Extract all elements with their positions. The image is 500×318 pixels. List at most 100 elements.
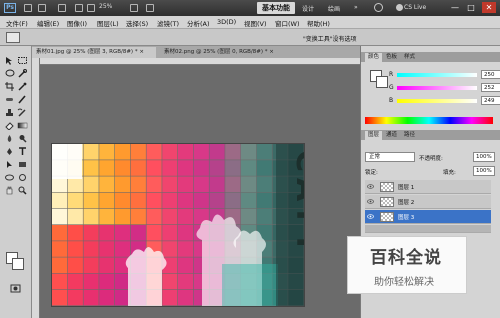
layer-row-3[interactable]: 图层 3: [365, 210, 491, 224]
menu-filter[interactable]: 滤镜(T): [157, 18, 179, 28]
maximize-button[interactable]: □: [464, 2, 478, 13]
opacity-field[interactable]: 100%: [473, 152, 495, 162]
canvas-tile: [178, 241, 194, 257]
menu-3d[interactable]: 3D(D): [217, 18, 236, 26]
blue-value-field[interactable]: 249: [481, 96, 500, 105]
red-value-field[interactable]: 250: [481, 70, 500, 79]
gradient-tool-icon[interactable]: [17, 121, 28, 130]
canvas-tile: [52, 208, 68, 225]
cs-live-link[interactable]: CS Live: [404, 4, 426, 11]
canvas-tile: [162, 160, 178, 176]
hand-tool-icon[interactable]: [4, 186, 15, 195]
visibility-eye-icon[interactable]: [367, 183, 374, 190]
canvas-tile: [83, 192, 99, 209]
green-value-field[interactable]: 252: [481, 83, 500, 92]
green-channel-slider[interactable]: G 252: [389, 83, 500, 93]
canvas-tile: [115, 192, 131, 209]
menu-help[interactable]: 帮助(H): [307, 18, 330, 28]
canvas-tile: [256, 208, 272, 225]
eraser-tool-icon[interactable]: [4, 121, 15, 130]
canvas-tile: [162, 176, 178, 192]
arrange-documents-icon[interactable]: [130, 4, 138, 12]
shape-tool-icon[interactable]: [17, 160, 28, 169]
horizontal-ruler[interactable]: [40, 58, 360, 65]
path-selection-tool-icon[interactable]: [4, 160, 15, 169]
tab-channels[interactable]: 通道: [383, 131, 400, 140]
tab-paths[interactable]: 路径: [401, 131, 418, 140]
tab-layers[interactable]: 图层: [365, 131, 383, 140]
visibility-eye-icon[interactable]: [367, 213, 374, 220]
screen-mode-icon[interactable]: [146, 4, 154, 12]
canvas-tile: [115, 208, 131, 225]
3d-orbit-tool-icon[interactable]: [17, 173, 28, 182]
menu-edit[interactable]: 编辑(E): [37, 18, 59, 28]
canvas-tile: [99, 273, 115, 290]
tab-swatches[interactable]: 色板: [383, 53, 400, 62]
tab-close-button[interactable]: ×: [139, 49, 144, 55]
launch-bridge-icon[interactable]: [24, 4, 32, 12]
color-spectrum-bar[interactable]: [365, 117, 493, 124]
layer-row-1[interactable]: 图层 1: [365, 180, 491, 194]
view-extras-icon[interactable]: [58, 4, 66, 12]
crop-tool-icon[interactable]: [4, 82, 15, 91]
menu-layer[interactable]: 图层(L): [97, 18, 119, 28]
close-button[interactable]: ✕: [482, 2, 496, 13]
minimize-button[interactable]: —: [448, 2, 462, 13]
workspace-more-button[interactable]: »: [354, 4, 358, 11]
visibility-eye-icon[interactable]: [367, 198, 374, 205]
color-background-swatch[interactable]: [376, 76, 388, 88]
brush-tool-icon[interactable]: [17, 95, 28, 104]
type-tool-icon[interactable]: [17, 147, 28, 156]
fill-field[interactable]: 100%: [473, 166, 495, 176]
tool-preset-picker[interactable]: [6, 32, 20, 43]
zoom-level[interactable]: 25%: [99, 3, 112, 10]
zoom-tool-icon[interactable]: [17, 186, 28, 195]
tab-close-button[interactable]: ×: [269, 49, 274, 55]
pen-tool-icon[interactable]: [4, 147, 15, 156]
blue-channel-slider[interactable]: B 249: [389, 96, 500, 106]
background-color-swatch[interactable]: [12, 258, 24, 270]
menu-view[interactable]: 视图(V): [244, 18, 267, 28]
workspace-painting-link[interactable]: 绘画: [328, 4, 340, 13]
history-brush-tool-icon[interactable]: [17, 108, 28, 117]
tab-document-2[interactable]: 素材02.png @ 25% (图层 0, RGB/8#) * ×: [160, 47, 284, 58]
menu-image[interactable]: 图像(I): [67, 18, 87, 28]
menu-window[interactable]: 窗口(W): [275, 18, 300, 28]
cs-live-icon: [396, 4, 403, 11]
lasso-tool-icon[interactable]: [4, 69, 15, 78]
layer-row-2[interactable]: 图层 2: [365, 195, 491, 209]
quick-selection-tool-icon[interactable]: [17, 69, 28, 78]
menu-file[interactable]: 文件(F): [6, 18, 28, 28]
blend-mode-select[interactable]: 正常: [365, 152, 415, 162]
canvas-tile: [209, 160, 225, 176]
workspace-essentials-button[interactable]: 基本功能: [257, 2, 295, 14]
canvas-tile: [83, 176, 99, 192]
tab-styles[interactable]: 样式: [401, 53, 418, 62]
canvas-tile: [130, 144, 146, 160]
3d-rotate-tool-icon[interactable]: [4, 173, 15, 182]
vertical-ruler[interactable]: [32, 58, 40, 318]
layer-row-background[interactable]: [365, 225, 491, 233]
clone-stamp-tool-icon[interactable]: [4, 108, 15, 117]
green-track: [397, 86, 477, 90]
menu-analysis[interactable]: 分析(A): [187, 18, 210, 28]
quick-mask-icon[interactable]: [10, 284, 21, 293]
eyedropper-tool-icon[interactable]: [17, 82, 28, 91]
search-icon[interactable]: [374, 3, 383, 12]
canvas-tile: [178, 257, 194, 273]
tab-color[interactable]: 颜色: [365, 53, 383, 62]
hand-tool-icon[interactable]: [75, 4, 83, 12]
healing-brush-tool-icon[interactable]: [4, 95, 15, 104]
image-canvas[interactable]: CATT: [52, 144, 304, 306]
move-tool-icon[interactable]: [4, 56, 15, 65]
canvas-tile: [115, 289, 131, 306]
dodge-tool-icon[interactable]: [17, 134, 28, 143]
red-channel-slider[interactable]: R 250: [389, 70, 500, 80]
tab-document-1[interactable]: 素材01.jpg @ 25% (图层 3, RGB/8#) * ×: [32, 47, 156, 58]
workspace-design-link[interactable]: 设计: [302, 4, 314, 13]
mini-bridge-icon[interactable]: [38, 4, 46, 12]
menu-select[interactable]: 选择(S): [126, 18, 148, 28]
zoom-tool-icon[interactable]: [87, 4, 95, 12]
blur-tool-icon[interactable]: [4, 134, 15, 143]
marquee-tool-icon[interactable]: [17, 56, 28, 65]
